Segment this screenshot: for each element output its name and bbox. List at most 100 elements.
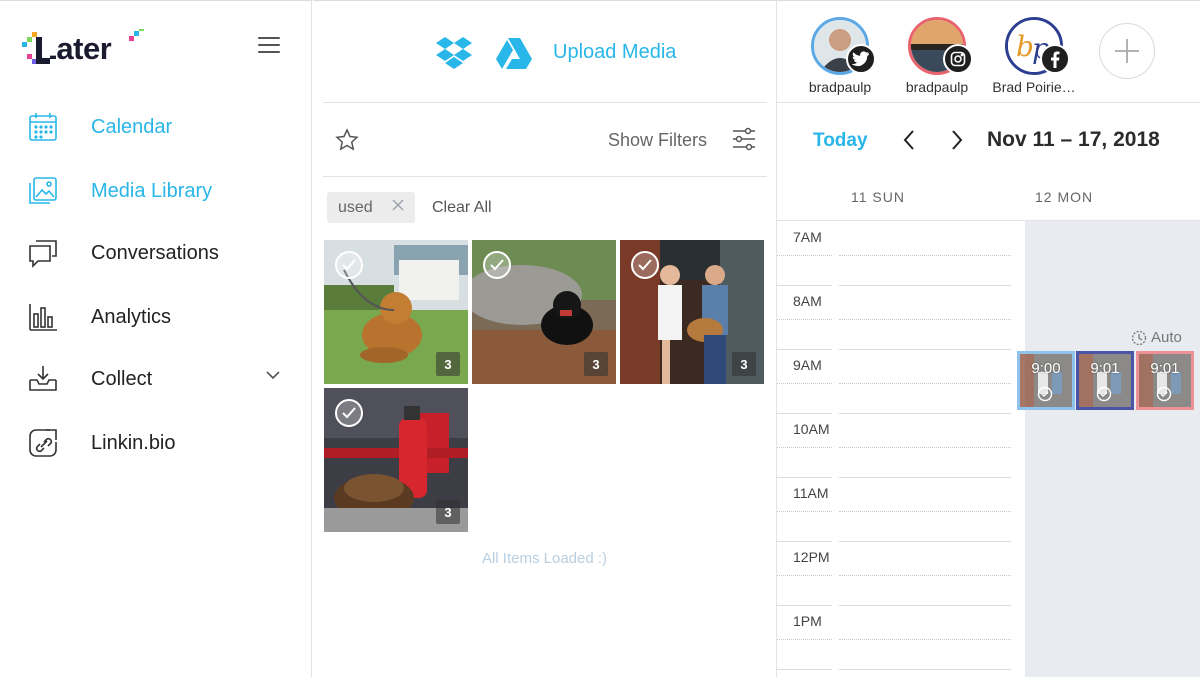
grid-line	[777, 541, 832, 542]
week-grid[interactable]: 7AM 8AM 9AM 10AM 11AM 12PM 1PM	[777, 220, 1200, 677]
select-checkbox-icon[interactable]	[482, 250, 512, 280]
download-tray-icon	[28, 364, 58, 394]
close-icon[interactable]	[391, 198, 405, 212]
sidebar-item-linkin-bio[interactable]: Linkin.bio	[28, 423, 288, 463]
filter-sliders-icon[interactable]	[732, 127, 756, 151]
sidebar-item-conversations[interactable]: Conversations	[28, 233, 288, 273]
show-filters-button[interactable]: Show Filters	[608, 130, 707, 151]
profile-name: Brad Poirie…	[992, 79, 1076, 95]
grid-line	[839, 669, 1011, 670]
day-header-mon[interactable]: 12 MON	[1035, 189, 1093, 205]
sidebar-item-analytics[interactable]: Analytics	[28, 297, 288, 337]
plus-icon	[1115, 39, 1139, 63]
calendar-icon	[28, 112, 58, 142]
grid-line	[839, 639, 1011, 640]
filter-bar: Show Filters	[323, 103, 767, 177]
grid-line	[839, 447, 1011, 448]
usage-count-badge: 3	[732, 352, 756, 376]
grid-line	[777, 639, 832, 640]
media-item[interactable]: 3	[324, 388, 468, 532]
upload-media-button[interactable]: Upload Media	[553, 41, 676, 64]
hour-label: 11AM	[793, 485, 829, 501]
grid-line	[839, 319, 1011, 320]
check-circle-icon	[1096, 386, 1112, 402]
sidebar-item-label: Media Library	[91, 179, 213, 202]
select-checkbox-icon[interactable]	[334, 250, 364, 280]
grid-line	[839, 605, 1011, 606]
grid-line	[839, 575, 1011, 576]
media-item[interactable]: 3	[620, 240, 764, 384]
chevron-left-icon[interactable]	[902, 129, 916, 151]
hour-label: 12PM	[793, 549, 830, 565]
grid-line	[839, 511, 1011, 512]
later-logo[interactable]: Later	[22, 26, 152, 69]
grid-line	[777, 669, 832, 670]
chevron-right-icon[interactable]	[950, 129, 964, 151]
grid-line	[839, 255, 1011, 256]
check-circle-icon	[1156, 386, 1172, 402]
grid-line	[777, 383, 832, 384]
profile-instagram[interactable]: bradpaulp	[892, 17, 992, 101]
sidebar-item-calendar[interactable]: Calendar	[28, 107, 288, 147]
active-filter-tag: used	[327, 192, 415, 223]
grid-line	[839, 541, 1011, 542]
media-item[interactable]: 3	[472, 240, 616, 384]
twitter-icon	[846, 44, 876, 74]
google-drive-icon[interactable]	[496, 37, 532, 69]
grid-line	[777, 447, 832, 448]
grid-line	[839, 285, 1011, 286]
grid-line	[777, 285, 832, 286]
hamburger-icon	[258, 37, 280, 39]
clear-all-button[interactable]: Clear All	[432, 199, 492, 217]
hour-label: 1PM	[793, 613, 822, 629]
tag-label: used	[338, 198, 373, 216]
chevron-down-icon[interactable]	[266, 371, 280, 380]
hour-label: 10AM	[793, 421, 830, 437]
grid-line	[777, 349, 832, 350]
sidebar-item-label: Analytics	[91, 305, 172, 328]
facebook-icon	[1040, 44, 1070, 74]
profile-name: bradpaulp	[905, 79, 969, 95]
grid-line	[777, 511, 832, 512]
sidebar-item-label: Calendar	[91, 115, 173, 138]
usage-count-badge: 3	[584, 352, 608, 376]
grid-line	[839, 349, 1011, 350]
auto-label: Auto	[1151, 329, 1182, 346]
today-button[interactable]: Today	[813, 130, 868, 152]
star-icon[interactable]	[335, 128, 359, 152]
grid-line	[839, 413, 1011, 414]
grid-line	[777, 319, 832, 320]
calendar-navigation: Today Nov 11 – 17, 2018	[777, 103, 1200, 179]
link-icon	[28, 428, 58, 458]
select-checkbox-icon[interactable]	[334, 398, 364, 428]
profile-facebook[interactable]: bp Brad Poirie…	[989, 17, 1089, 101]
add-profile-button[interactable]	[1099, 23, 1155, 79]
profile-twitter[interactable]: bradpaulp	[795, 17, 895, 101]
sidebar-item-collect[interactable]: Collect	[28, 359, 288, 399]
sidebar-item-label: Conversations	[91, 241, 219, 264]
all-items-loaded-message: All Items Loaded :)	[481, 550, 608, 567]
post-time: 9:01	[1090, 360, 1120, 377]
hour-label: 7AM	[793, 229, 822, 245]
grid-line	[777, 413, 832, 414]
monday-column[interactable]	[1025, 221, 1200, 677]
menu-toggle-button[interactable]	[258, 37, 280, 55]
upload-bar: Upload Media	[323, 1, 767, 103]
hour-label: 8AM	[793, 293, 822, 309]
auto-clock-icon	[1131, 330, 1147, 345]
media-library-panel: Upload Media Show Filters used Clear All	[313, 0, 776, 677]
select-checkbox-icon[interactable]	[630, 250, 660, 280]
media-item[interactable]: 3	[324, 240, 468, 384]
sidebar-item-media-library[interactable]: Media Library	[28, 171, 288, 211]
image-icon	[28, 176, 58, 206]
scheduled-post[interactable]: 9:01	[1076, 351, 1134, 410]
post-time: 9:01	[1150, 360, 1180, 377]
day-header-sun[interactable]: 11 SUN	[851, 189, 905, 205]
dropbox-icon[interactable]	[435, 35, 473, 69]
auto-schedule-label[interactable]: Auto	[1131, 329, 1182, 346]
date-range: Nov 11 – 17, 2018	[987, 128, 1160, 151]
social-profiles-bar: bradpaulp bradpaulp bp Brad Poirie…	[777, 1, 1200, 103]
scheduled-post[interactable]: 9:00	[1017, 351, 1075, 410]
scheduled-post[interactable]: 9:01	[1136, 351, 1194, 410]
check-circle-icon	[1037, 386, 1053, 402]
